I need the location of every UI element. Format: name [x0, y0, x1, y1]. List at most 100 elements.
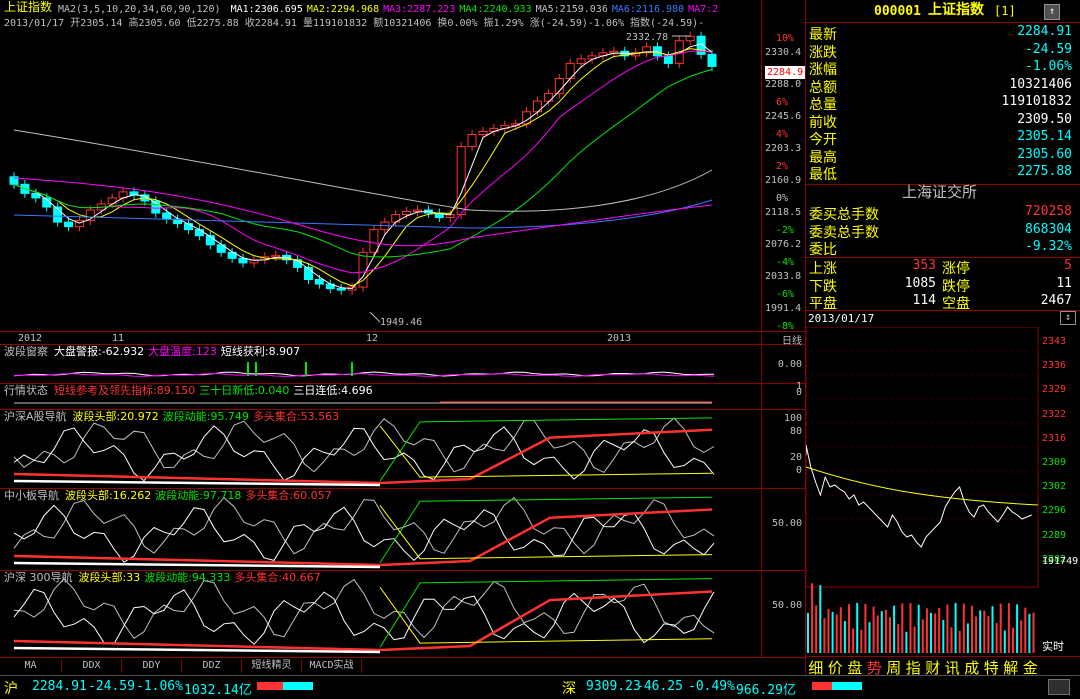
indicator-value: 多头集合:40.667: [234, 571, 321, 584]
candle-body: [707, 53, 717, 67]
quote-row-value: -1.06%: [1025, 59, 1072, 74]
intraday-volume-bar: [913, 626, 916, 653]
indicator-value: 短线参考及领先指标:89.150: [54, 384, 196, 397]
quote-name: 上证指数: [928, 2, 984, 18]
intraday-volume-bar: [893, 605, 896, 653]
candle-body: [162, 212, 172, 220]
current-price-tag: 2284.9: [765, 66, 806, 79]
intraday-volume-label: 191749: [1042, 556, 1079, 567]
intraday-volume-bar: [876, 615, 879, 653]
indicator-name[interactable]: 沪深A股导航: [4, 410, 67, 423]
breadth-row: 上涨 353 涨停 5: [806, 258, 1078, 277]
intraday-volume-bar: [1028, 613, 1031, 653]
indicator-name[interactable]: 行情状态: [4, 384, 48, 397]
intraday-axis-label: 2322: [1042, 408, 1067, 420]
ma-line-long: [13, 129, 713, 212]
indicator-axis-label: 100: [783, 413, 802, 424]
indicator-value: 三十日新低:0.040: [199, 384, 290, 397]
indicator-value: 大盘温度:123: [148, 345, 217, 358]
intraday-volume-bar: [995, 623, 998, 653]
intraday-volume-bar: [946, 604, 949, 653]
intraday-date: 2013/01/17: [808, 312, 875, 325]
intraday-volume-bar: [958, 630, 961, 653]
candle-body: [336, 288, 346, 291]
indicator-axis-label: 50.00: [772, 518, 803, 529]
order-row-value: 720258: [1025, 204, 1072, 219]
date-axis: 2012 11 12 2013: [0, 332, 760, 344]
indicator-header: 沪深 300导航 波段头部:33 波段动能:94.333 多头集合:40.667: [4, 571, 325, 584]
status-bar: 沪 2284.91 -24.59 -1.06% 1032.14亿 深 9309.…: [0, 675, 1080, 699]
candlestick-chart[interactable]: 2332.78 1949.46: [0, 0, 805, 332]
price-axis-label: 2118.5: [765, 207, 802, 218]
candle-body: [64, 221, 74, 228]
intraday-volume-bar: [975, 616, 978, 653]
intraday-volume-bar: [852, 628, 855, 653]
indicator-name[interactable]: 沪深 300导航: [4, 571, 73, 584]
intraday-panel[interactable]: 2013/01/17 ↕ 2343 2336 2329 2322 2316 2309 230…: [806, 311, 1080, 656]
pct-axis-label: 6%: [776, 97, 789, 108]
tab-macd[interactable]: MACD实战: [302, 659, 362, 673]
quote-row: 最低 2275.88: [806, 164, 1078, 183]
tab-short-line[interactable]: 短线精灵: [242, 659, 302, 673]
intraday-axis-label: 2336: [1042, 360, 1067, 372]
candle-body: [271, 254, 281, 258]
indicator-line: [13, 496, 715, 555]
sh-pct: -1.06%: [136, 679, 183, 694]
pct-axis-label: 4%: [776, 129, 789, 140]
indicator-name[interactable]: 波段窗察: [4, 345, 48, 358]
intraday-volume-bar: [860, 629, 863, 653]
indicator-value: 波段头部:33: [78, 571, 141, 584]
main-chart-panel[interactable]: 上证指数 MA2(3,5,10,20,34,60,90,120) MA1:230…: [0, 0, 805, 332]
intraday-volume-bar: [843, 621, 846, 653]
tab-ddx[interactable]: DDX: [62, 659, 122, 673]
price-axis-label: 2076.2: [765, 239, 802, 250]
indicator-line: [13, 417, 715, 474]
intraday-frame: [806, 327, 1039, 588]
intraday-volume-bar: [815, 605, 818, 653]
candle-body: [576, 58, 586, 64]
intraday-axis-label: 2343: [1042, 336, 1067, 347]
indicator-line: [379, 505, 713, 560]
low-annotation: 1949.46: [380, 317, 422, 328]
order-row-value: 868304: [1025, 221, 1072, 237]
intraday-volume-bar: [856, 603, 859, 653]
indicator-header: 中小板导航 波段头部:16.262 波段动能:97.718 多头集合:60.057: [4, 489, 336, 502]
indicator-axis-label: 0.00: [777, 359, 802, 370]
ma-line-long: [13, 177, 713, 247]
tab-ddz[interactable]: DDZ: [182, 659, 242, 673]
intraday-axis-label: 2302: [1042, 481, 1067, 493]
intraday-expand-icon[interactable]: ↕: [1060, 311, 1076, 325]
intraday-volume-bar: [925, 608, 928, 653]
sh-label: 沪: [4, 681, 18, 697]
intraday-volume-bar: [827, 609, 830, 653]
pct-axis-label: -4%: [776, 257, 795, 268]
quote-row: 总额 10321406: [806, 77, 1078, 96]
intraday-volume-bar: [909, 603, 912, 653]
intraday-volume-bar: [819, 585, 822, 653]
intraday-volume-bar: [889, 617, 891, 653]
intraday-volume-bar: [831, 612, 834, 653]
indicator-value: 波段头部:16.262: [65, 489, 152, 502]
intraday-chart[interactable]: [806, 327, 1080, 656]
panel-toggle-icon[interactable]: ↑: [1044, 4, 1060, 20]
indicator-value: 波段动能:97.718: [155, 489, 242, 502]
tab-ma[interactable]: MA: [0, 659, 62, 673]
breadth-value: 114: [912, 293, 936, 308]
intraday-volume-bar: [884, 609, 887, 653]
quote-row: 最新 2284.91: [806, 24, 1078, 43]
intraday-volume-bar: [839, 607, 842, 653]
sz-price: 9309.23: [586, 679, 641, 694]
intraday-volume-bar: [868, 622, 871, 653]
intraday-avg-line: [806, 466, 1039, 506]
order-row: 委买总手数 720258: [806, 204, 1078, 223]
intraday-volume-bar: [979, 610, 982, 653]
status-icon[interactable]: [1048, 679, 1070, 695]
intraday-volume-bar: [921, 619, 924, 653]
quote-row: 今开 2305.14: [806, 129, 1078, 148]
intraday-volume-bar: [1024, 607, 1027, 653]
sh-change: -24.59: [88, 679, 135, 694]
indicator-name[interactable]: 中小板导航: [4, 489, 59, 502]
tab-ddy[interactable]: DDY: [122, 659, 182, 673]
indicator-value: 波段动能:94.333: [144, 571, 231, 584]
quote-panel: 000001 上证指数 [1] ↑ 最新 2284.91 涨跌 -24.59 涨幅 -1.…: [806, 0, 1080, 312]
